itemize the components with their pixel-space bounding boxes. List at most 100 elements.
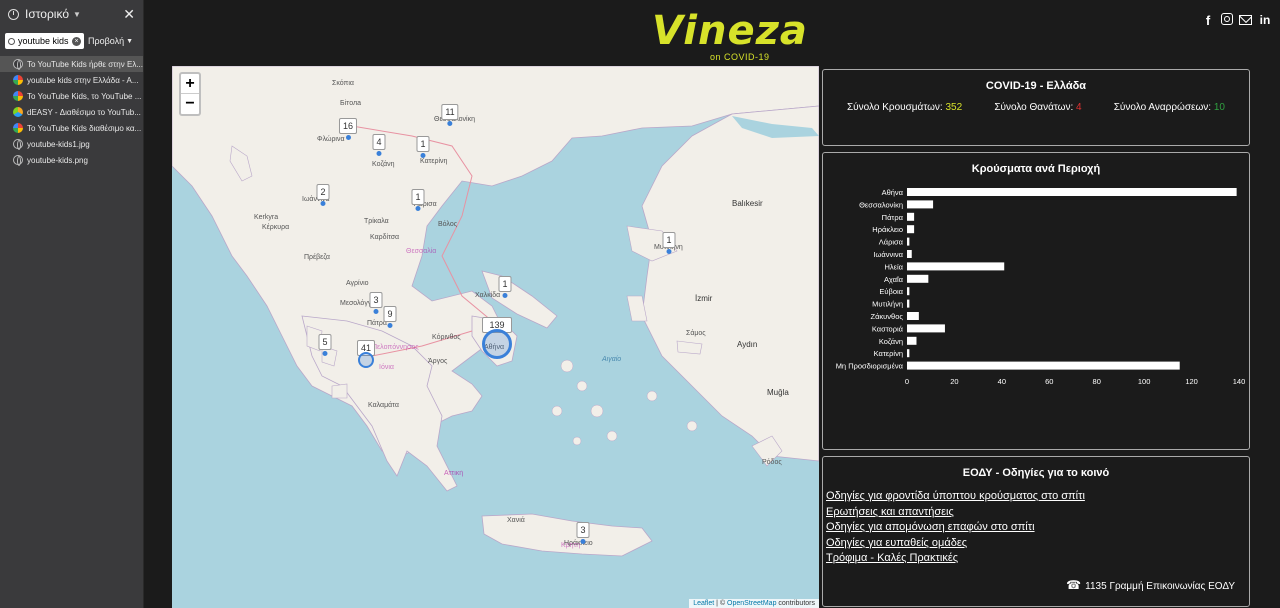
place-label: Ρόδος [762, 459, 782, 466]
place-label: Бітола [340, 100, 361, 107]
place-label: Κοζάνη [372, 161, 395, 168]
eody-link[interactable]: Οδηγίες για φροντίδα ύποπτου κρούσματος … [826, 489, 1249, 505]
marker-dot [322, 351, 328, 356]
history-item[interactable]: youtube kids στην Ελλάδα - Α... [0, 72, 143, 88]
greece-map[interactable]: + − Κόρινθος Πάτρα Αθήνα Χαλκίδα Καλαμάτ… [172, 66, 819, 608]
cluster-count: 4 [372, 134, 386, 150]
marker-dot [320, 201, 326, 206]
cluster-count: 1 [662, 232, 676, 248]
eody-link[interactable]: Οδηγίες για απομόνωση επαφών στο σπίτι [826, 520, 1249, 536]
category-label: Αθήνα [882, 188, 904, 197]
place-label: Kerkyra [254, 214, 279, 221]
osm-link[interactable]: OpenStreetMap [727, 600, 776, 607]
marker-dot [580, 539, 586, 544]
site-logo[interactable]: Vineza on COVID-19 [652, 6, 807, 62]
cluster-marker-athens[interactable]: 139 [482, 317, 512, 359]
marker-dot [357, 352, 374, 368]
category-label: Μυτιλήνη [872, 300, 903, 309]
zoom-out-button[interactable]: − [181, 94, 199, 114]
cluster-marker[interactable]: 16 [338, 118, 358, 140]
place-label: Κόρινθος [432, 334, 461, 341]
cluster-marker[interactable]: 11 [441, 104, 459, 126]
eody-hotline[interactable]: 1135 Γραμμή Επικοινωνίας ΕΟΔΥ [1066, 578, 1235, 593]
deaths-label: Σύνολο Θανάτων: [994, 102, 1074, 113]
marker-dot [482, 329, 512, 359]
cluster-count: 3 [369, 292, 383, 308]
place-label: Άργος [428, 358, 448, 365]
facebook-icon[interactable]: f [1201, 13, 1215, 28]
cases-stat: Σύνολο Κρουσμάτων: 352 [847, 102, 962, 113]
category-label: Ζάκυνθος [871, 312, 904, 321]
bar[interactable] [907, 299, 910, 308]
cluster-marker[interactable]: 5 [318, 334, 332, 356]
x-tick-label: 100 [1138, 377, 1151, 386]
history-item-label: dEASY - Διαθέσιμο το YouTub... [27, 107, 141, 117]
cluster-marker[interactable]: 1 [662, 232, 676, 254]
x-tick-label: 20 [950, 377, 958, 386]
bar[interactable] [907, 287, 910, 296]
place-label: Πελοπόννησος [372, 344, 419, 351]
bar[interactable] [907, 312, 919, 320]
place-label: Αγρίνιο [346, 280, 369, 287]
cluster-marker[interactable]: 3 [369, 292, 383, 314]
cluster-marker[interactable]: 3 [576, 522, 590, 544]
mail-icon[interactable] [1239, 15, 1252, 25]
bar[interactable] [907, 274, 929, 283]
linkedin-icon[interactable]: in [1258, 13, 1272, 27]
category-label: Καστοριά [872, 324, 904, 333]
cluster-marker[interactable]: 1 [411, 189, 425, 211]
bar[interactable] [907, 361, 1180, 370]
eody-link[interactable]: Οδηγίες για ευπαθείς ομάδες [826, 536, 1249, 552]
history-item[interactable]: Το YouTube Kids, το YouTube ... [0, 88, 143, 104]
region-bar-chart: Αθήνα Θεσσαλονίκη Πάτρα Ηράκλειο Λάρισα Ιωάνν… [836, 188, 1245, 386]
attribution-sep: | © [714, 600, 728, 607]
bar[interactable] [907, 237, 910, 246]
bar[interactable] [907, 262, 1005, 271]
logo-wordmark: Vineza [652, 8, 808, 54]
bar[interactable] [907, 336, 917, 345]
clear-search-icon[interactable]: × [72, 36, 81, 46]
history-item[interactable]: youtube-kids.png [0, 152, 143, 168]
cluster-marker[interactable]: 1 [416, 136, 430, 158]
instagram-icon[interactable] [1221, 13, 1233, 25]
globe-icon [13, 155, 23, 166]
history-item[interactable]: To YouTube Kids ήρθε στην Ελ... [0, 56, 143, 72]
history-title[interactable]: Ιστορικό [25, 7, 69, 21]
bar[interactable] [907, 188, 1237, 196]
bar[interactable] [907, 250, 912, 258]
zoom-in-button[interactable]: + [181, 74, 199, 94]
recovered-stat: Σύνολο Αναρρώσεων: 10 [1114, 102, 1225, 113]
history-item[interactable]: Το YouTube Kids διαθέσιμο κα... [0, 120, 143, 136]
zoom-control: + − [179, 72, 201, 116]
leaflet-link[interactable]: Leaflet [693, 600, 714, 607]
view-dropdown[interactable]: Προβολή ▼ [88, 36, 133, 46]
history-item-label: youtube-kids1.jpg [27, 139, 90, 149]
bar[interactable] [907, 349, 910, 358]
cluster-marker[interactable]: 4 [372, 134, 386, 156]
close-icon[interactable]: ✕ [123, 6, 135, 23]
history-item[interactable]: dEASY - Διαθέσιμο το YouTub... [0, 104, 143, 120]
deaths-stat: Σύνολο Θανάτων: 4 [994, 102, 1081, 113]
history-item[interactable]: youtube-kids1.jpg [0, 136, 143, 152]
google-icon [13, 75, 23, 85]
cluster-count: 9 [383, 306, 397, 322]
eody-link[interactable]: Τρόφιμα - Καλές Πρακτικές [826, 551, 1249, 567]
cluster-marker[interactable]: 9 [383, 306, 397, 328]
cluster-marker[interactable]: 2 [316, 184, 330, 206]
history-search-input[interactable]: youtube kids × [5, 33, 84, 49]
marker-dot [666, 249, 672, 254]
site-header: Vineza on COVID-19 f in [144, 0, 1280, 66]
bar[interactable] [907, 200, 934, 209]
social-links: f in [1201, 13, 1272, 28]
bar[interactable] [907, 324, 945, 333]
eody-link[interactable]: Ερωτήσεις και απαντήσεις [826, 505, 1249, 521]
chevron-down-icon[interactable]: ▼ [73, 10, 81, 19]
search-value[interactable]: youtube kids [18, 36, 72, 46]
bar[interactable] [907, 212, 915, 221]
history-item-label: youtube kids στην Ελλάδα - Α... [27, 75, 139, 85]
cluster-marker-ilia[interactable]: 41 [356, 340, 376, 368]
category-label: Αχαΐα [884, 275, 904, 284]
cluster-marker[interactable]: 1 [498, 276, 512, 298]
category-label: Θεσσαλονίκη [859, 200, 903, 209]
bar[interactable] [907, 225, 915, 234]
